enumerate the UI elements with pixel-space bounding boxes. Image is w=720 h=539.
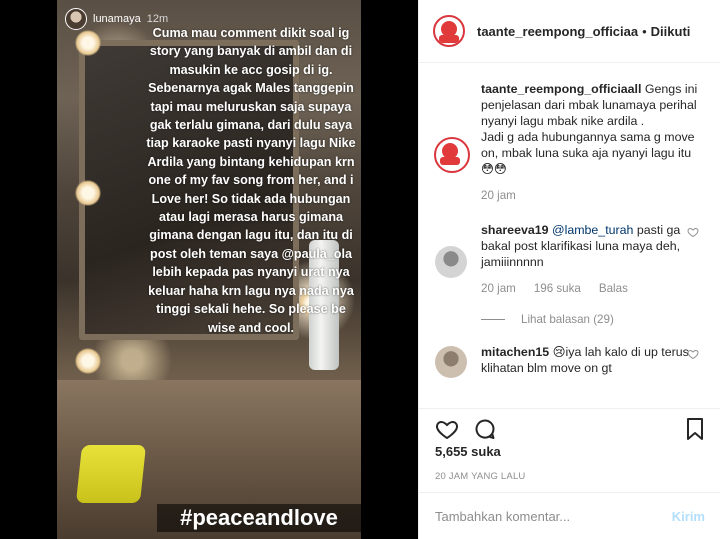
post-media[interactable]: lunamaya 12m Cuma mau comment dikit soal…	[0, 0, 418, 539]
list-item: mitachen15 😢iya lah kalo di up terus kli…	[419, 344, 720, 378]
yellow-tape-roll	[75, 445, 147, 503]
caption-body: taante_reempong_officiaall Gengs ini pen…	[481, 81, 707, 129]
story-hashtag: #peaceandlove	[157, 504, 361, 532]
post-date[interactable]: 20 JAM YANG LALU	[435, 471, 526, 482]
post-header: taante_reempong_officiaa • Diikuti	[419, 0, 720, 63]
list-item: shareeva19 @lambe_turah pasti ga bakal p…	[419, 222, 720, 297]
reply-button[interactable]: Balas	[599, 281, 628, 297]
comment-likes[interactable]: 196 suka	[534, 281, 581, 297]
caption-time[interactable]: 20 jam	[481, 188, 516, 204]
caption-username[interactable]: taante_reempong_officiaall	[481, 82, 641, 96]
comment-mention[interactable]: @lambe_turah	[552, 223, 633, 237]
following-button[interactable]: Diikuti	[651, 24, 691, 39]
divider	[481, 319, 505, 320]
post-sidebar: taante_reempong_officiaa • Diikuti taant…	[418, 0, 720, 539]
story-text: Cuma mau comment dikit soal ig story yan…	[146, 26, 356, 335]
caption: taante_reempong_officiaall Gengs ini pen…	[419, 64, 720, 204]
comment-meta: 20 jam 196 suka Balas	[481, 281, 707, 297]
avatar[interactable]	[434, 137, 470, 173]
comment-input[interactable]	[435, 508, 672, 524]
comment-body: shareeva19 @lambe_turah pasti ga bakal p…	[481, 222, 707, 270]
comment-username[interactable]: mitachen15	[481, 345, 549, 359]
comment-body: mitachen15 😢iya lah kalo di up terus kli…	[481, 344, 707, 376]
bulb-light	[75, 180, 101, 206]
action-bar	[419, 408, 720, 448]
heart-icon[interactable]	[435, 417, 459, 441]
comment-like-heart-icon[interactable]	[687, 226, 699, 238]
post-comment-button[interactable]: Kirim	[672, 509, 705, 524]
bulb-light	[75, 30, 101, 56]
caption-text-2: Jadi g ada hubungannya sama g move on, m…	[481, 130, 695, 176]
comment-username[interactable]: shareeva19	[481, 223, 549, 237]
caption-meta: 20 jam	[481, 188, 707, 204]
comment-icon[interactable]	[473, 417, 497, 441]
avatar[interactable]	[435, 346, 467, 378]
bookmark-icon[interactable]	[683, 417, 707, 441]
story-screenshot: lunamaya 12m Cuma mau comment dikit soal…	[57, 0, 361, 539]
avatar[interactable]	[435, 246, 467, 278]
likes-count[interactable]: 5,655 suka	[435, 444, 501, 459]
bulb-light	[75, 348, 101, 374]
add-comment-bar: Kirim	[419, 492, 720, 539]
story-username: lunamaya	[93, 13, 141, 25]
view-replies-button[interactable]: Lihat balasan (29)	[419, 313, 720, 326]
avatar[interactable]	[433, 15, 465, 47]
story-avatar	[65, 8, 87, 30]
comments-list[interactable]: taante_reempong_officiaall Gengs ini pen…	[419, 64, 720, 409]
header-username[interactable]: taante_reempong_officiaa	[477, 24, 638, 39]
comment-like-heart-icon[interactable]	[687, 348, 699, 360]
view-replies-label: Lihat balasan (29)	[521, 313, 614, 326]
header-separator: •	[642, 23, 647, 39]
comment-time[interactable]: 20 jam	[481, 281, 516, 297]
